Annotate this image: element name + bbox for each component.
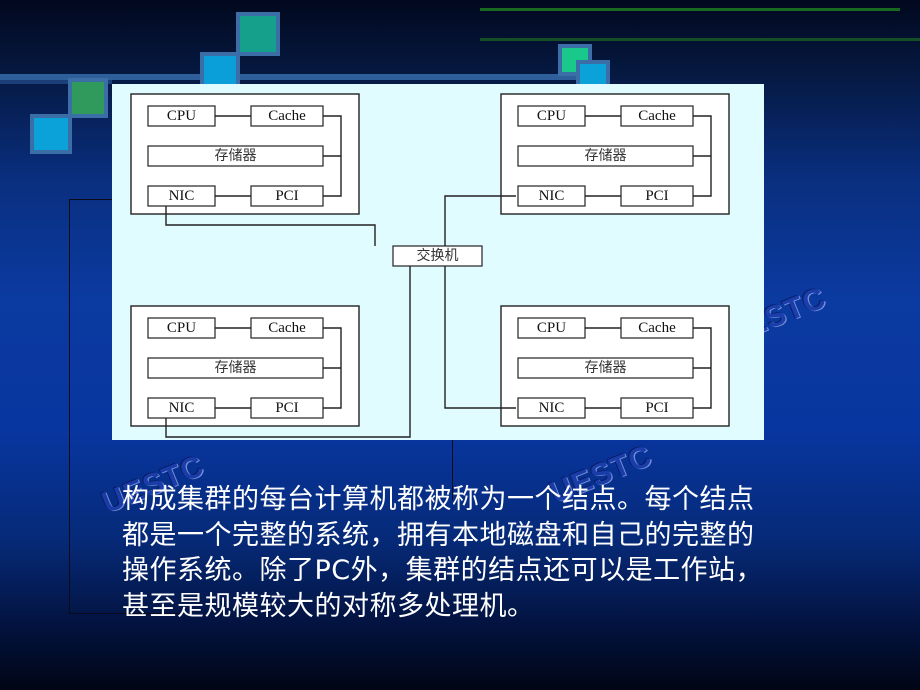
cpu-label: CPU xyxy=(166,320,197,336)
header-streak xyxy=(480,8,900,11)
description-paragraph: 构成集群的每台计算机都被称为一个结点。每个结点 都是一个完整的系统，拥有本地磁盘… xyxy=(122,482,842,624)
paragraph-line: 操作系统。除了PC外，集群的结点还可以是工作站， xyxy=(122,555,764,586)
memory-label: 存储器 xyxy=(584,360,627,376)
switch-label: 交换机 xyxy=(416,248,459,264)
decor-square xyxy=(30,114,72,154)
cpu-label: CPU xyxy=(166,108,197,124)
outer-connector-line xyxy=(69,199,113,200)
decor-square xyxy=(68,78,108,118)
memory-label: 存储器 xyxy=(584,148,627,164)
pci-label: PCI xyxy=(645,400,669,416)
cpu-label: CPU xyxy=(536,320,567,336)
paragraph-line: 甚至是规模较大的对称多处理机。 xyxy=(122,590,535,622)
decor-square xyxy=(200,52,240,86)
header-streak xyxy=(480,38,920,41)
cache-label: Cache xyxy=(268,320,306,336)
cpu-label: CPU xyxy=(536,108,567,124)
pci-label: PCI xyxy=(275,188,299,204)
nic-label: NIC xyxy=(168,188,195,204)
decor-square xyxy=(236,12,280,56)
memory-label: 存储器 xyxy=(214,148,257,164)
paragraph-line: 都是一个完整的系统，拥有本地磁盘和自己的完整的 xyxy=(122,519,755,551)
pci-label: PCI xyxy=(275,400,299,416)
memory-label: 存储器 xyxy=(214,360,257,376)
cache-label: Cache xyxy=(268,108,306,124)
pci-label: PCI xyxy=(645,188,669,204)
nic-label: NIC xyxy=(168,400,195,416)
decor-square xyxy=(576,60,610,86)
paragraph-line: 构成集群的每台计算机都被称为一个结点。每个结点 xyxy=(122,484,755,515)
cluster-diagram: CPU Cache 存储器 NIC PCI CPU Cache 存储器 NIC … xyxy=(112,84,764,440)
cache-label: Cache xyxy=(638,320,676,336)
nic-label: NIC xyxy=(538,400,565,416)
nic-label: NIC xyxy=(538,188,565,204)
cache-label: Cache xyxy=(638,108,676,124)
outer-connector-line xyxy=(69,199,70,614)
